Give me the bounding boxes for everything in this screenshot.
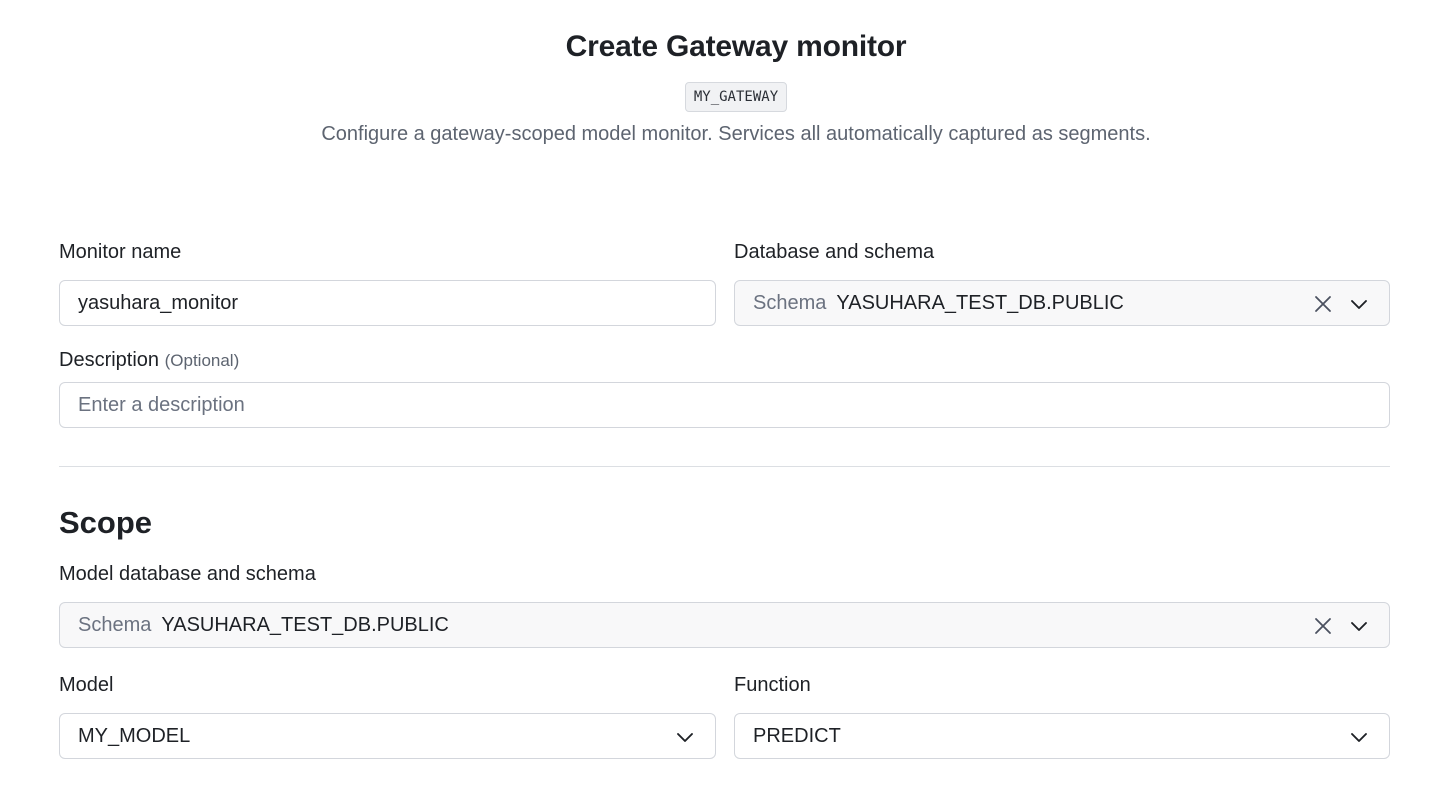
model-value: MY_MODEL	[78, 725, 191, 747]
monitor-name-value: yasuhara_monitor	[78, 292, 239, 314]
chevron-down-icon[interactable]	[1349, 727, 1369, 747]
monitor-name-label: Monitor name	[59, 241, 182, 263]
model-schema-select[interactable]: Schema YASUHARA_TEST_DB.PUBLIC	[59, 602, 1390, 648]
optional-hint: (Optional)	[164, 351, 240, 370]
description-label: Description (Optional)	[59, 349, 239, 372]
monitor-name-input[interactable]: yasuhara_monitor	[59, 280, 716, 326]
model-schema-value: YASUHARA_TEST_DB.PUBLIC	[161, 614, 449, 636]
database-schema-value: YASUHARA_TEST_DB.PUBLIC	[836, 292, 1124, 314]
function-value: PREDICT	[753, 725, 841, 747]
model-schema-display: Schema YASUHARA_TEST_DB.PUBLIC	[78, 614, 449, 637]
database-schema-label: Database and schema	[734, 241, 935, 263]
database-schema-select[interactable]: Schema YASUHARA_TEST_DB.PUBLIC	[734, 280, 1390, 326]
description-placeholder: Enter a description	[78, 394, 245, 416]
model-label: Model	[59, 674, 114, 696]
description-label-text: Description	[59, 349, 160, 371]
schema-prefix: Schema	[78, 614, 152, 636]
close-icon[interactable]	[1313, 294, 1333, 314]
function-label: Function	[734, 674, 811, 696]
page-title: Create Gateway monitor	[565, 30, 907, 63]
schema-prefix: Schema	[753, 292, 827, 314]
chevron-down-icon[interactable]	[1349, 294, 1369, 314]
model-select[interactable]: MY_MODEL	[59, 713, 716, 759]
database-schema-display: Schema YASUHARA_TEST_DB.PUBLIC	[753, 292, 1124, 315]
gateway-badge: MY_GATEWAY	[684, 82, 788, 112]
section-divider	[59, 466, 1390, 467]
function-select[interactable]: PREDICT	[734, 713, 1390, 759]
page-subtitle: Configure a gateway-scoped model monitor…	[321, 123, 1151, 145]
model-schema-label: Model database and schema	[59, 563, 316, 585]
chevron-down-icon[interactable]	[675, 727, 695, 747]
close-icon[interactable]	[1313, 616, 1333, 636]
scope-heading: Scope	[59, 505, 153, 540]
description-input[interactable]: Enter a description	[59, 382, 1390, 428]
gateway-badge-wrap: MY_GATEWAY	[0, 82, 1431, 112]
chevron-down-icon[interactable]	[1349, 616, 1369, 636]
